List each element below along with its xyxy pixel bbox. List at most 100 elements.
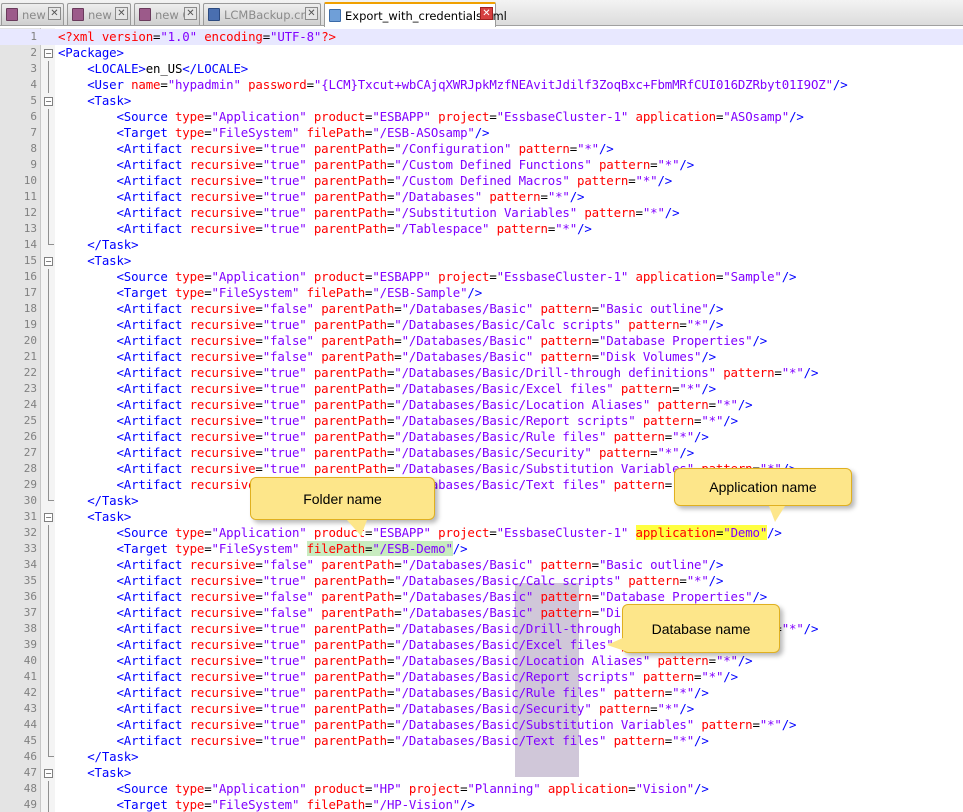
code-text[interactable]: <Artifact recursive="true" parentPath="/…	[58, 701, 694, 717]
code-text[interactable]: <Artifact recursive="true" parentPath="/…	[58, 445, 694, 461]
tab-new-6[interactable]: new 6 ✕	[134, 3, 200, 25]
code-line[interactable]: 41 <Artifact recursive="true" parentPath…	[0, 669, 963, 685]
code-line[interactable]: 23 <Artifact recursive="true" parentPath…	[0, 381, 963, 397]
fold-toggle-icon[interactable]: −	[44, 769, 53, 778]
code-text[interactable]: <Artifact recursive="true" parentPath="/…	[58, 413, 738, 429]
code-line[interactable]: 49 <Target type="FileSystem" filePath="/…	[0, 797, 963, 812]
code-text[interactable]: <Artifact recursive="true" parentPath="/…	[58, 173, 672, 189]
fold-toggle-icon[interactable]: −	[44, 513, 53, 522]
code-text[interactable]: <Artifact recursive="true" parentPath="/…	[58, 157, 694, 173]
code-text[interactable]: <Artifact recursive="true" parentPath="/…	[58, 669, 738, 685]
code-line[interactable]: 14 </Task>	[0, 237, 963, 253]
code-text[interactable]: <Artifact recursive="false" parentPath="…	[58, 589, 767, 605]
code-line[interactable]: 24 <Artifact recursive="true" parentPath…	[0, 397, 963, 413]
code-line[interactable]: 21 <Artifact recursive="false" parentPat…	[0, 349, 963, 365]
code-line[interactable]: 43 <Artifact recursive="true" parentPath…	[0, 701, 963, 717]
code-text[interactable]: <Artifact recursive="true" parentPath="/…	[58, 397, 752, 413]
code-text[interactable]: <Target type="FileSystem" filePath="/ESB…	[58, 285, 482, 301]
code-text[interactable]: </Task>	[58, 237, 138, 253]
code-line[interactable]: 15− <Task>	[0, 253, 963, 269]
code-line[interactable]: 20 <Artifact recursive="false" parentPat…	[0, 333, 963, 349]
code-text[interactable]: </Task>	[58, 493, 138, 509]
code-text[interactable]: <Target type="FileSystem" filePath="/ESB…	[58, 125, 489, 141]
code-text[interactable]: <Source type="Application" product="HP" …	[58, 781, 708, 797]
code-line[interactable]: 2− <Package>	[0, 45, 963, 61]
code-line[interactable]: 42 <Artifact recursive="true" parentPath…	[0, 685, 963, 701]
code-line[interactable]: 22 <Artifact recursive="true" parentPath…	[0, 365, 963, 381]
code-line[interactable]: 17 <Target type="FileSystem" filePath="/…	[0, 285, 963, 301]
code-text[interactable]: <Task>	[58, 765, 131, 781]
code-line[interactable]: 12 <Artifact recursive="true" parentPath…	[0, 205, 963, 221]
code-line[interactable]: 38 <Artifact recursive="true" parentPath…	[0, 621, 963, 637]
code-text[interactable]: <Artifact recursive="true" parentPath="/…	[58, 365, 818, 381]
code-text[interactable]: <Task>	[58, 253, 131, 269]
code-line[interactable]: 34 <Artifact recursive="false" parentPat…	[0, 557, 963, 573]
code-line[interactable]: 37 <Artifact recursive="false" parentPat…	[0, 605, 963, 621]
close-icon[interactable]: ✕	[480, 7, 493, 20]
code-line[interactable]: 35 <Artifact recursive="true" parentPath…	[0, 573, 963, 589]
code-line[interactable]: 25 <Artifact recursive="true" parentPath…	[0, 413, 963, 429]
code-text[interactable]: <Artifact recursive="false" parentPath="…	[58, 557, 723, 573]
close-icon[interactable]: ✕	[184, 7, 197, 20]
code-line[interactable]: 16 <Source type="Application" product="E…	[0, 269, 963, 285]
fold-toggle-icon[interactable]: −	[44, 49, 53, 58]
code-line[interactable]: 46 </Task>	[0, 749, 963, 765]
code-text[interactable]: <?xml version="1.0" encoding="UTF-8"?>	[58, 29, 336, 45]
close-icon[interactable]: ✕	[48, 7, 61, 20]
fold-toggle-icon[interactable]: −	[44, 97, 53, 106]
code-line[interactable]: 33 <Target type="FileSystem" filePath="/…	[0, 541, 963, 557]
code-line[interactable]: 11 <Artifact recursive="true" parentPath…	[0, 189, 963, 205]
code-text[interactable]: <Source type="Application" product="ESBA…	[58, 525, 782, 541]
tab-export-with-credentials-xml[interactable]: Export_with_credentials.xml ✕	[324, 2, 507, 27]
code-line[interactable]: 48 <Source type="Application" product="H…	[0, 781, 963, 797]
code-line[interactable]: 44 <Artifact recursive="true" parentPath…	[0, 717, 963, 733]
code-text[interactable]: <Artifact recursive="false" parentPath="…	[58, 301, 723, 317]
tab-new-1[interactable]: new 1 ✕	[1, 3, 64, 25]
code-text[interactable]: <Source type="Application" product="ESBA…	[58, 269, 796, 285]
code-line[interactable]: 27 <Artifact recursive="true" parentPath…	[0, 445, 963, 461]
code-text[interactable]: <Artifact recursive="true" parentPath="/…	[58, 189, 584, 205]
code-text[interactable]: <Target type="FileSystem" filePath="/HP-…	[58, 797, 474, 812]
code-line[interactable]: 36 <Artifact recursive="false" parentPat…	[0, 589, 963, 605]
code-text[interactable]: <Artifact recursive="true" parentPath="/…	[58, 653, 752, 669]
code-text[interactable]: <Target type="FileSystem" filePath="/ESB…	[58, 541, 468, 557]
code-line[interactable]: 19 <Artifact recursive="true" parentPath…	[0, 317, 963, 333]
code-text[interactable]: </Task>	[58, 749, 138, 765]
code-line[interactable]: 47− <Task>	[0, 765, 963, 781]
code-text[interactable]: <Package>	[58, 45, 124, 61]
tab-new-2[interactable]: new 2 ✕	[67, 3, 131, 25]
code-text[interactable]: <Artifact recursive="true" parentPath="/…	[58, 317, 723, 333]
close-icon[interactable]: ✕	[305, 7, 318, 20]
code-text[interactable]: <Artifact recursive="true" parentPath="/…	[58, 573, 723, 589]
code-line[interactable]: 32 <Source type="Application" product="E…	[0, 525, 963, 541]
code-line[interactable]: 1 <?xml version="1.0" encoding="UTF-8"?>	[0, 29, 963, 45]
code-text[interactable]: <Artifact recursive="true" parentPath="/…	[58, 221, 591, 237]
code-line[interactable]: 3 <LOCALE>en_US</LOCALE>	[0, 61, 963, 77]
code-text[interactable]: <Task>	[58, 509, 131, 525]
code-text[interactable]: <Artifact recursive="true" parentPath="/…	[58, 733, 708, 749]
code-editor[interactable]: 1 <?xml version="1.0" encoding="UTF-8"?> 2…	[0, 28, 963, 812]
code-line[interactable]: 9 <Artifact recursive="true" parentPath=…	[0, 157, 963, 173]
code-line[interactable]: 45 <Artifact recursive="true" parentPath…	[0, 733, 963, 749]
code-line[interactable]: 31− <Task>	[0, 509, 963, 525]
code-line[interactable]: 13 <Artifact recursive="true" parentPath…	[0, 221, 963, 237]
code-text[interactable]: <Artifact recursive="true" parentPath="/…	[58, 717, 796, 733]
code-line[interactable]: 40 <Artifact recursive="true" parentPath…	[0, 653, 963, 669]
code-line[interactable]: 6 <Source type="Application" product="ES…	[0, 109, 963, 125]
code-text[interactable]: <LOCALE>en_US</LOCALE>	[58, 61, 248, 77]
code-text[interactable]: <Artifact recursive="false" parentPath="…	[58, 605, 716, 621]
code-line[interactable]: 18 <Artifact recursive="false" parentPat…	[0, 301, 963, 317]
code-text[interactable]: <Artifact recursive="true" parentPath="/…	[58, 429, 708, 445]
code-text[interactable]: <Artifact recursive="true" parentPath="/…	[58, 685, 708, 701]
code-text[interactable]: <User name="hypadmin" password="{LCM}Txc…	[58, 77, 847, 93]
code-line[interactable]: 39 <Artifact recursive="true" parentPath…	[0, 637, 963, 653]
code-text[interactable]: <Artifact recursive="true" parentPath="/…	[58, 205, 679, 221]
code-line[interactable]: 4 <User name="hypadmin" password="{LCM}T…	[0, 77, 963, 93]
code-text[interactable]: <Artifact recursive="true" parentPath="/…	[58, 141, 613, 157]
code-text[interactable]: <Artifact recursive="false" parentPath="…	[58, 333, 767, 349]
close-icon[interactable]: ✕	[115, 7, 128, 20]
code-text[interactable]: <Source type="Application" product="ESBA…	[58, 109, 803, 125]
code-line[interactable]: 10 <Artifact recursive="true" parentPath…	[0, 173, 963, 189]
tab-lcmbackup-cmd[interactable]: LCMBackup.cmd ✕	[203, 3, 321, 25]
code-text[interactable]: <Task>	[58, 93, 131, 109]
